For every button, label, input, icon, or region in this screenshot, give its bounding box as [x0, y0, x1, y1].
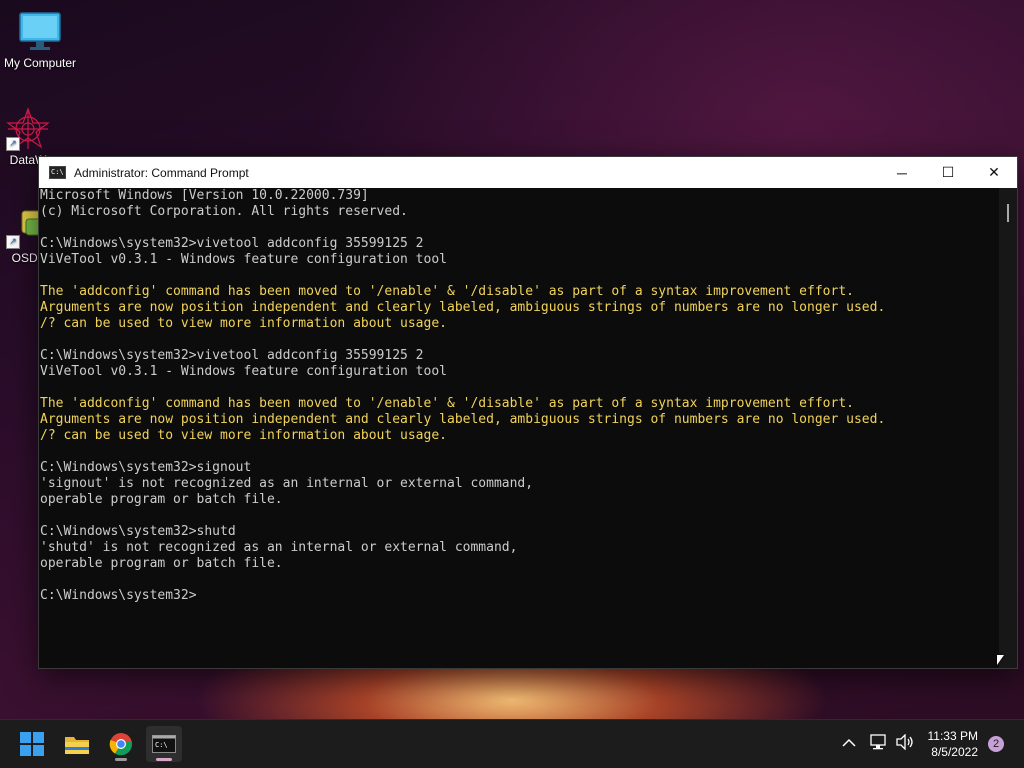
- console-line: C:\Windows\system32>vivetool addconfig 3…: [40, 348, 424, 363]
- console-line: ViVeTool v0.3.1 - Windows feature config…: [40, 252, 447, 267]
- volume-icon[interactable]: [896, 732, 914, 755]
- console-line: C:\Windows\system32>vivetool addconfig 3…: [40, 236, 424, 251]
- console-line: 'shutd' is not recognized as an internal…: [40, 540, 518, 555]
- system-tray: [842, 720, 914, 768]
- chrome-button[interactable]: [103, 726, 139, 762]
- shortcut-arrow-icon: ↗: [6, 137, 20, 151]
- console-line: C:\Windows\system32>: [40, 588, 197, 603]
- desktop-icon-label: My Computer: [3, 56, 77, 70]
- console-line: The 'addconfig' command has been moved t…: [40, 284, 854, 299]
- taskbar-clock[interactable]: 11:33 PM 8/5/2022: [928, 728, 978, 760]
- minimize-icon: ─: [897, 164, 907, 181]
- console-line: C:\Windows\system32>signout: [40, 460, 252, 475]
- title-bar[interactable]: C:\ Administrator: Command Prompt ─ ☐ ✕: [39, 157, 1017, 188]
- console-line: Microsoft Windows [Version 10.0.22000.73…: [40, 188, 369, 203]
- notification-badge[interactable]: 2: [988, 736, 1004, 752]
- chrome-icon: [109, 733, 133, 756]
- console-line: Arguments are now position independent a…: [40, 300, 886, 315]
- command-prompt-window[interactable]: C:\ Administrator: Command Prompt ─ ☐ ✕ …: [38, 156, 1018, 669]
- console-line: /? can be used to view more information …: [40, 316, 447, 331]
- console-line: /? can be used to view more information …: [40, 428, 447, 443]
- svg-text:C:\: C:\: [155, 741, 168, 749]
- monitor-icon: [18, 10, 62, 54]
- console-line: (c) Microsoft Corporation. All rights re…: [40, 204, 408, 219]
- clock-date: 8/5/2022: [931, 745, 978, 759]
- active-indicator: [156, 758, 172, 761]
- window-controls: ─ ☐ ✕: [879, 157, 1017, 188]
- terminal-icon: C:\: [152, 735, 176, 753]
- console-line: ViVeTool v0.3.1 - Windows feature config…: [40, 364, 447, 379]
- close-button[interactable]: ✕: [971, 157, 1017, 188]
- shortcut-arrow-icon: ↗: [6, 235, 20, 249]
- datawrapper-icon: ↗: [6, 107, 50, 151]
- console-line: 'signout' is not recognized as an intern…: [40, 476, 534, 491]
- file-explorer-button[interactable]: [59, 726, 95, 762]
- vertical-scrollbar[interactable]: [999, 188, 1017, 668]
- folder-icon: [65, 737, 89, 754]
- console-line: Arguments are now position independent a…: [40, 412, 886, 427]
- window-title: Administrator: Command Prompt: [74, 165, 249, 180]
- close-icon: ✕: [988, 164, 1000, 180]
- minimize-button[interactable]: ─: [879, 157, 925, 188]
- console-line: operable program or batch file.: [40, 556, 283, 571]
- scrollbar-thumb[interactable]: [1007, 204, 1009, 222]
- command-prompt-button[interactable]: C:\: [146, 726, 182, 762]
- desktop-icon-my-computer[interactable]: My Computer: [0, 10, 80, 70]
- network-icon[interactable]: [870, 733, 888, 755]
- maximize-button[interactable]: ☐: [925, 157, 971, 188]
- console-line: The 'addconfig' command has been moved t…: [40, 396, 854, 411]
- running-indicator: [115, 758, 127, 761]
- start-button[interactable]: [14, 726, 50, 762]
- windows-logo-icon: [20, 732, 44, 756]
- taskbar: C:\ 11:33 PM 8/5/2022 2: [0, 719, 1024, 768]
- show-hidden-icons-chevron-icon[interactable]: [842, 735, 856, 753]
- mouse-cursor-icon: [997, 655, 1004, 665]
- console-output[interactable]: Microsoft Windows [Version 10.0.22000.73…: [39, 188, 999, 668]
- console-line: operable program or batch file.: [40, 492, 283, 507]
- command-prompt-icon: C:\: [49, 166, 66, 179]
- maximize-icon: ☐: [941, 164, 955, 180]
- clock-time: 11:33 PM: [927, 729, 978, 743]
- console-line: C:\Windows\system32>shutd: [40, 524, 236, 539]
